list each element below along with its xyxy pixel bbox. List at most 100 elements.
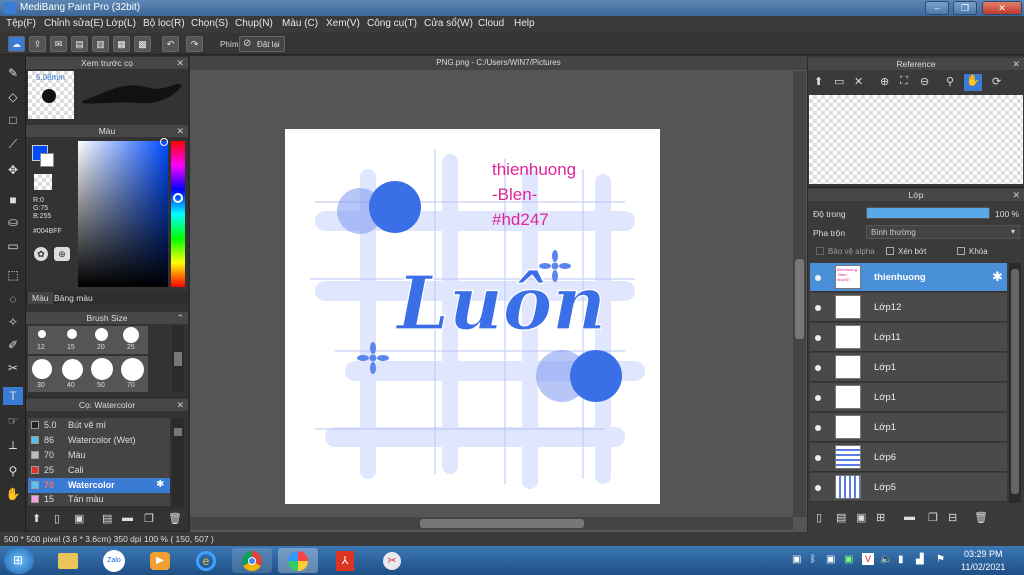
bucket-tool-icon[interactable]: ⛀ — [3, 213, 23, 231]
operation-tool-icon[interactable]: ☞ — [3, 412, 23, 430]
menu-layer[interactable]: Lớp(L) — [106, 18, 136, 29]
visibility-eye-icon[interactable] — [815, 395, 821, 401]
eyedropper-icon[interactable]: ⚲ — [946, 75, 954, 88]
share-icon[interactable]: ⇪ — [29, 36, 46, 52]
menu-select[interactable]: Chọn(S) — [191, 18, 228, 29]
tray-icon[interactable]: ▣ — [826, 554, 835, 565]
eraser-tool-icon[interactable]: ◇ — [3, 88, 23, 106]
brush-size-option[interactable]: 30 — [28, 356, 58, 392]
layer-row[interactable]: Lớp11 — [810, 323, 1007, 352]
reference-view[interactable] — [809, 95, 1023, 184]
medibang-taskbar-icon[interactable] — [278, 548, 318, 573]
new-brush-icon[interactable]: ▯ — [54, 512, 60, 525]
comment-icon[interactable]: ✉ — [50, 36, 67, 52]
clipping-checkbox[interactable] — [886, 247, 894, 255]
visibility-eye-icon[interactable] — [815, 335, 821, 341]
horizontal-scrollbar[interactable] — [190, 517, 793, 530]
panel-close-icon[interactable]: ✕ — [1012, 189, 1020, 201]
copy-brush-icon[interactable]: ▤ — [102, 512, 112, 525]
blend-mode-select[interactable]: Bình thường ▾ — [866, 225, 1020, 239]
menu-window[interactable]: Cửa sổ(W) — [424, 18, 473, 29]
menu-file[interactable]: Tệp(F) — [6, 18, 36, 29]
brush-size-option[interactable]: 50 — [88, 356, 118, 392]
new-1bit-layer-icon[interactable]: ▣ — [856, 511, 866, 524]
brush-settings-icon[interactable]: ✱ — [156, 479, 164, 490]
gradient-tool-icon[interactable]: ▭ — [3, 237, 23, 255]
cloud-icon[interactable]: ☁ — [8, 36, 25, 52]
visibility-eye-icon[interactable] — [815, 275, 821, 281]
clock-date[interactable]: 11/02/2021 — [961, 562, 1005, 572]
open-folder-icon[interactable]: ▭ — [834, 75, 844, 88]
hand-icon[interactable]: ✋ — [964, 74, 982, 91]
lock-checkbox[interactable] — [957, 247, 965, 255]
tool-taskbar-icon[interactable]: ✂ — [372, 548, 412, 573]
page-icon[interactable]: ▥ — [92, 36, 109, 52]
layer-row[interactable]: Lớp1 — [810, 353, 1007, 382]
fit-icon[interactable]: ⛶ — [900, 75, 908, 88]
magic-wand-tool-icon[interactable]: ✧ — [3, 313, 23, 331]
tray-icon[interactable]: V — [862, 553, 874, 565]
visibility-eye-icon[interactable] — [815, 365, 821, 371]
layer-row[interactable]: Lớp1 — [810, 383, 1007, 412]
visibility-eye-icon[interactable] — [815, 455, 821, 461]
brush-list-item-selected[interactable]: 70 Watercolor ✱ — [28, 478, 170, 493]
add-brush-icon[interactable]: ⬆ — [32, 512, 41, 525]
panel-close-icon[interactable]: ✕ — [176, 399, 184, 411]
zoom-out-icon[interactable]: ⊖ — [920, 75, 929, 88]
hue-slider-handle[interactable] — [173, 193, 183, 203]
close-reference-icon[interactable]: ✕ — [854, 75, 863, 88]
flag-icon[interactable]: ⚑ — [936, 554, 945, 565]
visibility-eye-icon[interactable] — [815, 305, 821, 311]
pdf-taskbar-icon[interactable]: ⅄ — [325, 548, 365, 573]
menu-snap[interactable]: Chụp(N) — [235, 18, 273, 29]
fill-rect-tool-icon[interactable]: ■ — [3, 191, 23, 209]
folder-icon[interactable]: ▬ — [122, 512, 133, 524]
drawing-canvas[interactable]: Luôn thienhuong -Blen- #hd247 — [285, 129, 660, 504]
select-pen-tool-icon[interactable]: ✐ — [3, 336, 23, 354]
start-button[interactable]: ⊞ — [4, 547, 34, 574]
brush-size-option[interactable]: 70 — [118, 356, 148, 392]
add-layer-menu-icon[interactable]: ⊞ — [876, 511, 885, 524]
chrome-taskbar-icon[interactable] — [232, 548, 272, 573]
brush-size-option[interactable]: 40 — [58, 356, 88, 392]
signal-icon[interactable]: ▟ — [916, 554, 924, 565]
folder-icon[interactable]: ▬ — [904, 511, 915, 523]
tray-icon[interactable]: ▣ — [844, 554, 853, 565]
transparent-color-swatch[interactable] — [34, 174, 52, 190]
eyedropper-tool-icon[interactable]: ⚲ — [3, 462, 23, 480]
panel-close-icon[interactable]: ✕ — [176, 57, 184, 69]
hue-slider[interactable] — [171, 141, 185, 287]
merge-layer-icon[interactable]: ⊟ — [948, 511, 957, 524]
new-file-icon[interactable]: ▤ — [71, 36, 88, 52]
delete-layer-icon[interactable]: 🗑 — [974, 511, 988, 524]
zoom-in-icon[interactable]: ⊕ — [880, 75, 889, 88]
panel-icon[interactable]: ▦ — [113, 36, 130, 52]
layer-scrollbar[interactable] — [1009, 263, 1021, 503]
media-player-taskbar-icon[interactable]: ▶ — [140, 548, 180, 573]
brush-list-item[interactable]: 5.0 Bút vẽ mí — [28, 418, 170, 433]
secondary-color-swatch[interactable] — [40, 153, 54, 167]
panel-close-icon[interactable]: ✕ — [1012, 58, 1020, 70]
brush-list-item[interactable]: 15 Tán màu — [28, 493, 170, 506]
brush-list-item[interactable]: 25 Cali — [28, 463, 170, 478]
menu-help[interactable]: Help — [514, 18, 535, 29]
ie-taskbar-icon[interactable]: e — [186, 548, 226, 573]
line-tool-icon[interactable]: ⟋ — [3, 135, 23, 153]
volume-icon[interactable]: 🔈 — [880, 554, 892, 565]
layer-row-selected[interactable]: thienhuong -Blen- #hd247 thienhuong ✱ — [810, 263, 1007, 292]
tray-icon[interactable]: ▣ — [792, 554, 801, 565]
select-tool-icon[interactable]: ⬚ — [3, 266, 23, 284]
layer-row[interactable]: Lớp6 — [810, 443, 1007, 472]
rect-tool-icon[interactable]: □ — [3, 111, 23, 129]
panel-close-icon[interactable]: ✕ — [176, 125, 184, 137]
layer-row[interactable]: Lớp5 — [810, 473, 1007, 502]
protect-alpha-checkbox[interactable] — [816, 247, 824, 255]
layer-row[interactable]: Lớp12 — [810, 293, 1007, 322]
rotate-icon[interactable]: ⟳ — [992, 75, 1001, 88]
brush-tool-icon[interactable]: ✎ — [3, 64, 23, 82]
maximize-button[interactable]: ❐ — [953, 1, 977, 15]
bluetooth-icon[interactable]: ᛒ — [810, 554, 816, 565]
explorer-taskbar-icon[interactable] — [48, 548, 88, 573]
duplicate-icon[interactable]: ❐ — [144, 512, 154, 525]
move-tool-icon[interactable]: ✥ — [3, 161, 23, 179]
